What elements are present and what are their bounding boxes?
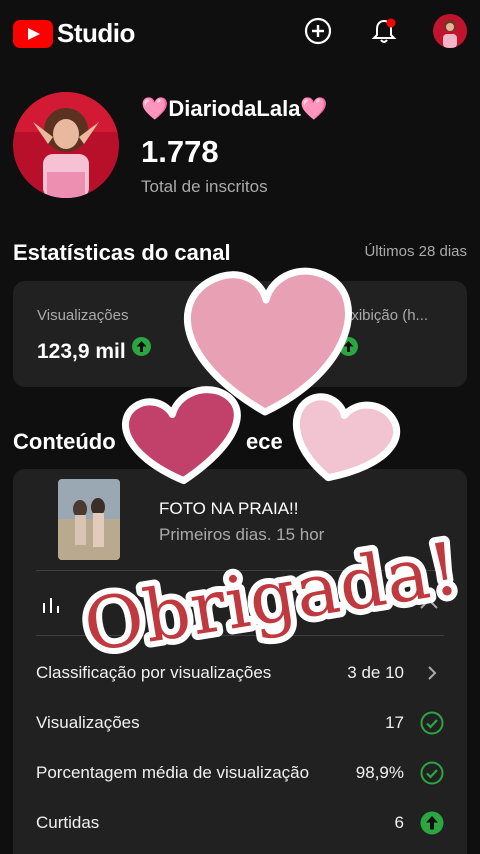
create-button[interactable] xyxy=(303,16,333,46)
row-label: Classificação por visualizações xyxy=(36,663,272,682)
check-circle-icon xyxy=(420,761,444,785)
account-avatar[interactable] xyxy=(433,14,467,48)
content-section-title: Conteúdo xyxy=(13,429,116,454)
youtube-studio-logo[interactable]: Studio xyxy=(13,18,135,49)
trend-up-icon xyxy=(131,337,151,356)
row-label: Porcentagem média de visualização xyxy=(36,763,310,782)
stats-period[interactable]: Últimos 28 dias xyxy=(364,243,467,260)
row-value: 3 de 10 xyxy=(347,663,404,682)
stat-views-label: Visualizações xyxy=(37,307,129,324)
channel-avatar[interactable] xyxy=(13,92,119,198)
analytics-bar-icon xyxy=(41,595,63,620)
channel-stats-title: Estatísticas do canal xyxy=(13,240,231,265)
video-subtitle: Primeiros dias. 15 hor xyxy=(159,525,325,544)
row-label: Curtidas xyxy=(36,813,100,832)
content-section-title-tail: ece xyxy=(246,429,283,454)
video-thumbnail[interactable] xyxy=(58,479,120,560)
check-circle-icon xyxy=(420,711,444,735)
latest-content-card[interactable]: FOTO NA PRAIA!! Primeiros dias. 15 hor C… xyxy=(13,469,467,854)
likes-row: Curtidas 6 xyxy=(36,803,444,843)
collapse-chevron-up-icon[interactable] xyxy=(419,597,439,616)
views-row: Visualizações 17 xyxy=(36,703,444,743)
stat-views-number: 123,9 mil xyxy=(37,340,126,363)
video-title[interactable]: FOTO NA PRAIA!! xyxy=(159,499,299,519)
notification-bell-icon xyxy=(371,18,397,43)
chevron-right-icon xyxy=(420,661,444,685)
channel-name: 🩷DiariodaLala🩷 xyxy=(141,96,328,121)
row-value: 6 xyxy=(394,813,404,832)
youtube-logo-icon xyxy=(13,19,53,48)
app-name: Studio xyxy=(57,18,135,48)
row-label: Visualizações xyxy=(36,713,140,732)
stat-watch-time-value xyxy=(333,337,358,364)
top-app-bar: Studio xyxy=(0,0,480,64)
notifications-button[interactable] xyxy=(369,16,399,46)
stat-watch-time-label: exibição (h... xyxy=(343,307,429,324)
row-value: 98,9% xyxy=(355,763,404,782)
stats-card[interactable]: Visualizações 123,9 mil exibição (h... xyxy=(13,281,467,387)
divider xyxy=(36,570,444,571)
trend-up-icon xyxy=(339,337,358,356)
avg-percentage-row: Porcentagem média de visualização 98,9% xyxy=(36,753,444,793)
subscriber-count: 1.778 xyxy=(141,134,219,169)
stat-views-value: 123,9 mil xyxy=(37,337,151,364)
create-plus-icon xyxy=(304,17,332,45)
ranking-row[interactable]: Classificação por visualizações 3 de 10 xyxy=(36,653,444,693)
divider xyxy=(36,635,444,636)
row-value: 17 xyxy=(385,713,404,732)
subscriber-label: Total de inscritos xyxy=(141,177,268,196)
notification-dot xyxy=(386,18,396,28)
arrow-up-circle-icon xyxy=(420,811,444,835)
